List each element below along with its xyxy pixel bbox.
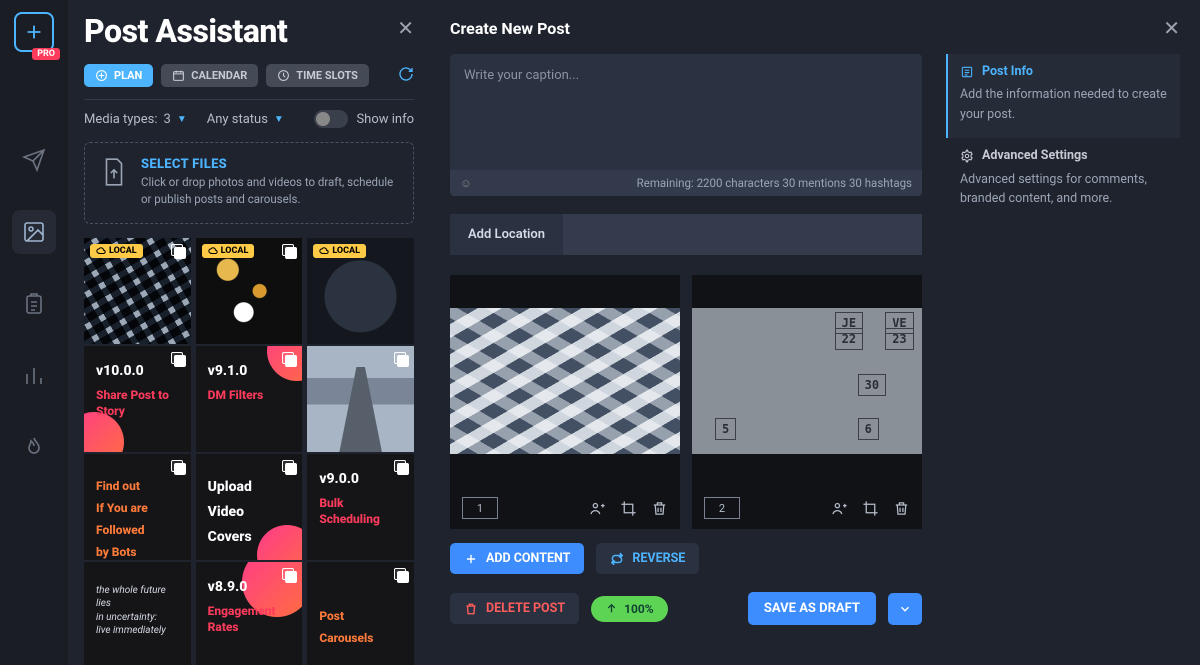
- media-thumb[interactable]: v9.1.0DM Filters: [196, 346, 303, 453]
- content-order-input[interactable]: 1: [462, 497, 498, 519]
- nav-flame-icon[interactable]: [12, 426, 56, 470]
- location-field[interactable]: [563, 214, 922, 255]
- panel-title: Create New Post: [450, 19, 570, 38]
- add-content-button[interactable]: ADD CONTENT: [450, 543, 584, 574]
- content-card: 1: [450, 275, 680, 529]
- carousel-icon: [394, 568, 408, 582]
- carousel-icon: [171, 244, 185, 258]
- info-sidebar: Post Info Add the information needed to …: [946, 54, 1180, 665]
- tag-people-icon[interactable]: [589, 500, 606, 517]
- add-location-button[interactable]: Add Location: [450, 214, 563, 255]
- refresh-icon[interactable]: [398, 66, 414, 86]
- close-assistant-icon[interactable]: ✕: [397, 16, 414, 40]
- info-description: Advanced settings for comments, branded …: [960, 170, 1168, 209]
- upload-progress[interactable]: 100%: [591, 596, 668, 622]
- nav-analytics-icon[interactable]: [12, 354, 56, 398]
- carousel-icon: [282, 568, 296, 582]
- status-filter[interactable]: Any status ▼: [207, 112, 284, 127]
- media-thumb[interactable]: UploadVideoCovers: [196, 454, 303, 561]
- crop-icon[interactable]: [620, 500, 637, 517]
- nav-gallery-icon[interactable]: [12, 210, 56, 254]
- file-dropzone[interactable]: SELECT FILES Click or drop photos and vi…: [84, 142, 414, 224]
- content-card: JE 22 VE 23 30 5 6 2: [692, 275, 922, 529]
- media-thumb[interactable]: LOCAL: [307, 238, 414, 345]
- assistant-panel: Post Assistant ✕ PLAN CALENDAR TIME SLOT…: [68, 0, 430, 665]
- nav-rail: PRO: [0, 0, 68, 665]
- local-badge: LOCAL: [202, 244, 255, 258]
- delete-post-button[interactable]: DELETE POST: [450, 593, 579, 624]
- close-panel-icon[interactable]: ✕: [1163, 16, 1180, 40]
- save-draft-button[interactable]: SAVE AS DRAFT: [748, 592, 876, 625]
- crop-icon[interactable]: [862, 500, 879, 517]
- media-types-filter[interactable]: Media types: 3 ▼: [84, 112, 187, 127]
- save-options-dropdown[interactable]: [888, 593, 922, 625]
- nav-send-icon[interactable]: [12, 138, 56, 182]
- media-thumb[interactable]: LOCAL: [196, 238, 303, 345]
- tab-calendar[interactable]: CALENDAR: [161, 64, 258, 87]
- info-description: Add the information needed to create you…: [960, 85, 1168, 124]
- local-badge: LOCAL: [90, 244, 143, 258]
- carousel-icon: [394, 460, 408, 474]
- tab-timeslots[interactable]: TIME SLOTS: [266, 64, 369, 87]
- media-thumb[interactable]: PostCarousels: [307, 562, 414, 665]
- emoji-picker-icon[interactable]: ☺: [460, 176, 472, 190]
- tag-people-icon[interactable]: [831, 500, 848, 517]
- media-thumb[interactable]: v9.0.0Bulk Scheduling: [307, 454, 414, 561]
- upload-icon: [101, 157, 127, 191]
- content-preview[interactable]: [450, 308, 680, 454]
- content-preview[interactable]: JE 22 VE 23 30 5 6: [692, 308, 922, 454]
- media-thumb[interactable]: [307, 346, 414, 453]
- carousel-icon: [171, 460, 185, 474]
- dropzone-title: SELECT FILES: [141, 157, 397, 172]
- create-post-panel: Create New Post ✕ Write your caption... …: [430, 0, 1200, 665]
- caption-counter: Remaining: 2200 characters 30 mentions 3…: [637, 176, 912, 190]
- carousel-icon: [282, 244, 296, 258]
- content-order-input[interactable]: 2: [704, 497, 740, 519]
- media-thumb[interactable]: the whole future liesin uncertainty:live…: [84, 562, 191, 665]
- media-thumb[interactable]: v8.9.0Engagement Rates: [196, 562, 303, 665]
- media-thumb[interactable]: LOCAL: [84, 238, 191, 345]
- show-info-label: Show info: [356, 112, 414, 127]
- carousel-icon: [394, 352, 408, 366]
- media-thumb[interactable]: v10.0.0Share Post to Story: [84, 346, 191, 453]
- info-advanced-settings[interactable]: Advanced Settings Advanced settings for …: [946, 138, 1180, 222]
- carousel-icon: [171, 352, 185, 366]
- page-title: Post Assistant: [84, 12, 287, 50]
- trash-icon[interactable]: [893, 500, 910, 517]
- media-thumb[interactable]: Find outIf You areFollowedby Bots: [84, 454, 191, 561]
- pro-badge: PRO: [32, 48, 60, 60]
- dropzone-subtitle: Click or drop photos and videos to draft…: [141, 174, 397, 209]
- tab-plan[interactable]: PLAN: [84, 64, 153, 87]
- caption-input[interactable]: Write your caption...: [450, 54, 922, 170]
- media-grid: LOCAL LOCAL LOCAL v10.0.0Share Post to S…: [84, 238, 414, 665]
- app-logo[interactable]: PRO: [14, 12, 54, 52]
- show-info-toggle[interactable]: [314, 110, 348, 128]
- trash-icon[interactable]: [651, 500, 668, 517]
- carousel-icon: [282, 460, 296, 474]
- local-badge: LOCAL: [313, 244, 366, 258]
- carousel-icon: [282, 352, 296, 366]
- reverse-button[interactable]: REVERSE: [596, 543, 699, 574]
- nav-clipboard-icon[interactable]: [12, 282, 56, 326]
- info-post-info[interactable]: Post Info Add the information needed to …: [946, 54, 1180, 138]
